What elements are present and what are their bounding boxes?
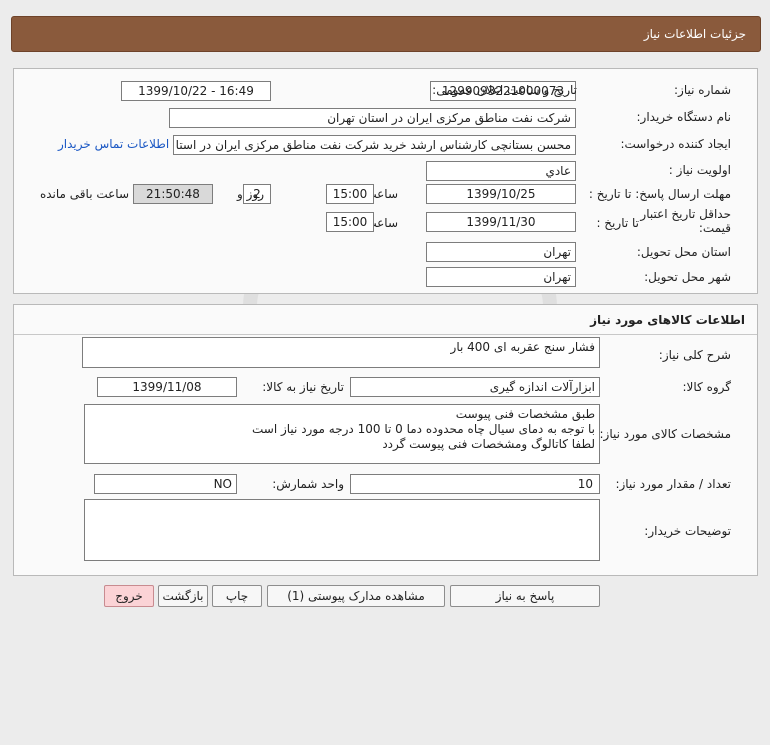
unit-label: واحد شمارش: — [272, 477, 344, 491]
buyer-org-label: نام دستگاه خریدار: — [636, 110, 732, 124]
deadline-date-field: 1399/10/25 — [426, 184, 576, 204]
buyer-org-field: شرکت نفت مناطق مرکزی ایران در استان تهرا… — [169, 108, 576, 128]
summary-field: فشار سنج عقربه ای 400 بار — [82, 337, 600, 368]
need-date-field: 1399/11/08 — [97, 377, 237, 397]
goods-section-title: اطلاعات کالاهای مورد نیاز — [590, 313, 745, 327]
need-info-panel: شماره نیاز: 1299093221000073 تاریخ و ساع… — [13, 68, 758, 294]
group-label: گروه کالا: — [682, 380, 732, 394]
exit-button[interactable]: خروج — [104, 585, 154, 607]
province-label: استان محل تحویل: — [636, 245, 731, 259]
buyer-contact-link[interactable]: اطلاعات تماس خریدار — [58, 137, 169, 151]
qty-field: 10 — [350, 474, 600, 494]
specs-label: مشخصات کالای مورد نیاز: — [599, 427, 731, 441]
deadline-time-field: 15:00 — [326, 184, 374, 204]
deadline-label: مهلت ارسال پاسخ: تا تاریخ : — [588, 187, 731, 201]
requester-label: ایجاد کننده درخواست: — [620, 137, 731, 151]
page-header: جزئیات اطلاعات نیاز — [11, 16, 761, 52]
qty-label: تعداد / مقدار مورد نیاز: — [615, 477, 731, 491]
summary-text: فشار سنج عقربه ای 400 بار — [450, 340, 595, 354]
unit-field: NO — [94, 474, 237, 494]
specs-line: طبق مشخصات فنی پیوست — [455, 407, 595, 421]
validity-date-field: 1399/11/30 — [426, 212, 576, 232]
back-button[interactable]: بازگشت — [158, 585, 208, 607]
view-attachments-button[interactable]: مشاهده مدارک پیوستی (1) — [267, 585, 445, 607]
specs-line: لطفا کاتالوگ ومشخصات فنی پیوست گردد — [382, 437, 595, 451]
specs-line: با توجه به دمای سیال چاه محدوده دما 0 تا… — [251, 422, 595, 436]
need-number-label: شماره نیاز: — [674, 83, 731, 97]
group-field: ابزارآلات اندازه گیری — [350, 377, 600, 397]
city-label: شهر محل تحویل: — [644, 270, 731, 284]
remaining-time-field: 21:50:48 — [133, 184, 213, 204]
priority-field: عادي — [426, 161, 576, 181]
section-divider — [14, 334, 757, 335]
requester-field: محسن بستانچی کارشناس ارشد خرید شرکت نفت … — [173, 135, 576, 155]
validity-to-label: تا تاریخ : — [596, 216, 639, 230]
announce-datetime-label: تاریخ و ساعت اعلان عمومی: — [432, 83, 577, 97]
buyer-notes-label: توضیحات خریدار: — [644, 524, 731, 538]
specs-field: طبق مشخصات فنی پیوست با توجه به دمای سیا… — [84, 404, 600, 464]
province-field: تهران — [426, 242, 576, 262]
buyer-notes-field — [84, 499, 600, 561]
reply-button[interactable]: پاسخ به نیاز — [450, 585, 600, 607]
goods-panel: اطلاعات کالاهای مورد نیاز شرح کلی نیاز: … — [13, 304, 758, 576]
summary-label: شرح کلی نیاز: — [658, 348, 731, 362]
days-label: روز و — [237, 187, 264, 201]
announce-datetime-field: 1399/10/22 - 16:49 — [121, 81, 271, 101]
page-title: جزئیات اطلاعات نیاز — [643, 27, 746, 41]
remaining-label: ساعت باقی مانده — [39, 187, 129, 201]
city-field: تهران — [426, 267, 576, 287]
priority-label: اولویت نیاز : — [668, 163, 731, 177]
need-date-label: تاریخ نیاز به کالا: — [262, 380, 344, 394]
print-button[interactable]: چاپ — [212, 585, 262, 607]
validity-time-field: 15:00 — [326, 212, 374, 232]
